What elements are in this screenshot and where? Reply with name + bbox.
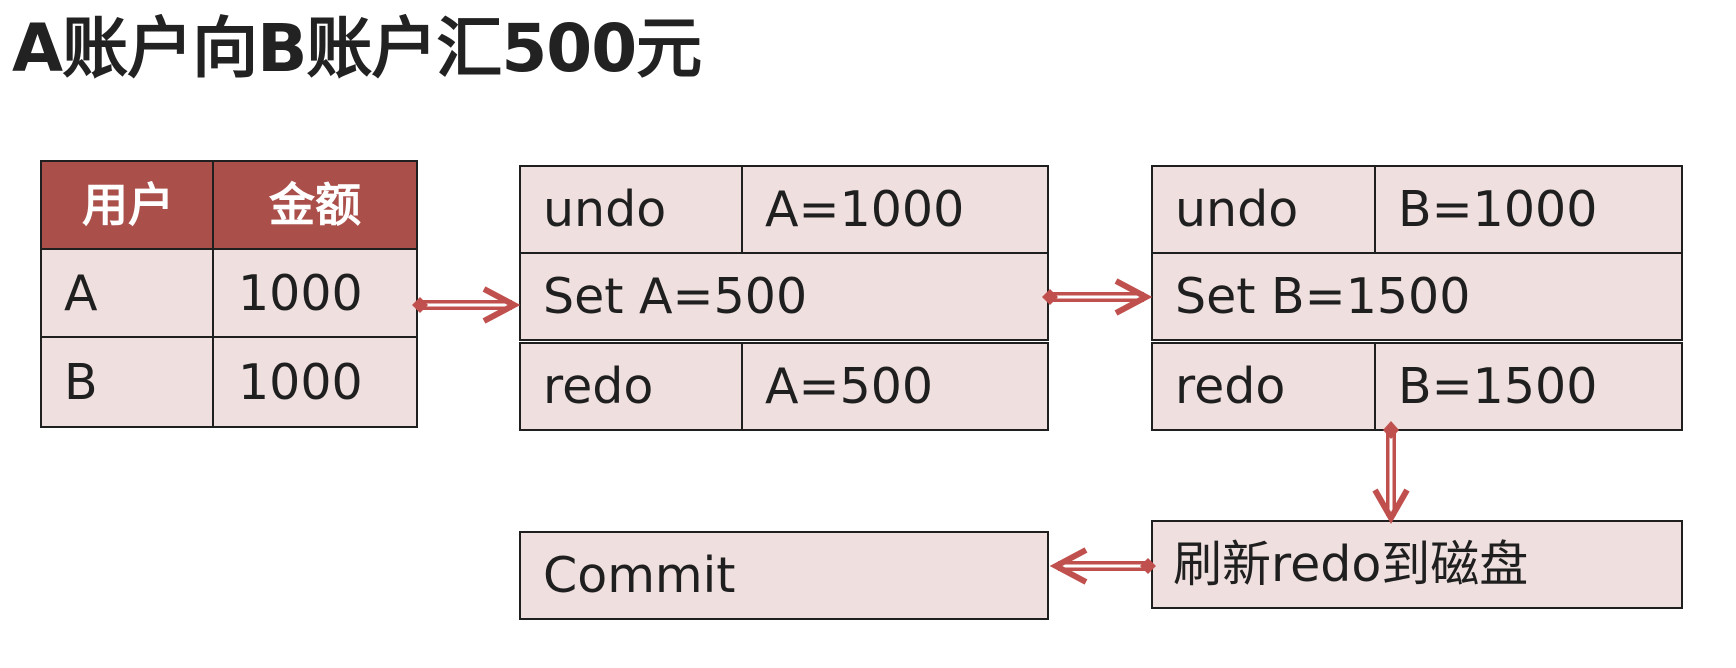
arrow-tx-a-to-tx-b (1042, 278, 1153, 316)
arrow-flush-to-commit (1049, 547, 1156, 585)
connector-layer (412, 278, 1410, 585)
arrow-redo-to-flush (1372, 421, 1410, 525)
arrow-table-to-tx-a (412, 286, 521, 324)
